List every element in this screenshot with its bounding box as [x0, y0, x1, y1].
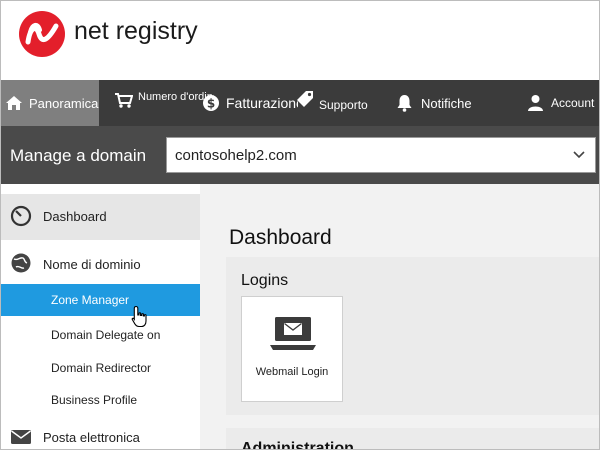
globe-icon: [11, 253, 31, 273]
sidebar-item-label: Business Profile: [51, 393, 138, 407]
nav-item-supporto[interactable]: Supporto: [295, 80, 385, 126]
logins-panel: Logins Webmail Login: [226, 257, 600, 415]
sidebar-item-business-profile[interactable]: Business Profile: [0, 384, 200, 416]
manage-domain-label: Manage a domain: [10, 146, 147, 165]
bell-icon: [397, 95, 412, 112]
svg-text:$: $: [207, 97, 215, 111]
mail-icon: [11, 430, 31, 444]
speedometer-icon: [10, 205, 32, 227]
cart-icon: [115, 92, 133, 108]
nav-label: Notifiche: [421, 95, 472, 111]
nav-label: Fatturazione: [226, 95, 298, 111]
sidebar-item-label: Domain Delegate on: [51, 328, 161, 342]
main-content: Dashboard Logins Webmail Login Administr…: [200, 184, 600, 450]
sidebar: Dashboard Nome di dominio Zone Manager D…: [0, 184, 200, 450]
hand-cursor-icon: [131, 305, 147, 328]
netregistry-logo-icon[interactable]: [18, 10, 66, 58]
administration-panel: Administration: [226, 428, 600, 450]
domain-select-value: contosohelp2.com: [175, 147, 297, 164]
tile-label: Webmail Login: [255, 366, 329, 378]
nav-label: Supporto: [319, 98, 368, 112]
chevron-down-icon: [573, 151, 585, 159]
page-title: Dashboard: [229, 226, 332, 249]
webmail-login-tile[interactable]: Webmail Login: [241, 296, 343, 402]
sidebar-item-label: Nome di dominio: [43, 257, 141, 272]
nav-item-account[interactable]: Account: [527, 80, 600, 126]
sidebar-item-posta-elettronica[interactable]: Posta elettronica: [0, 420, 200, 450]
sidebar-item-label: Zone Manager: [51, 293, 130, 307]
nav-item-panoramica[interactable]: Panoramica: [0, 80, 99, 126]
nav-item-numero-ordine[interactable]: Numero d'ordine: [114, 80, 214, 126]
sidebar-item-dashboard[interactable]: Dashboard: [0, 194, 200, 240]
tag-icon: [297, 91, 313, 107]
nav-label: Account: [551, 96, 595, 110]
manage-domain-bar: Manage a domain contosohelp2.com: [0, 126, 600, 184]
sidebar-item-label: Posta elettronica: [43, 430, 140, 445]
top-navigation: Panoramica Numero d'ordine $ Fatturazion…: [0, 80, 600, 126]
sidebar-item-domain-redirector[interactable]: Domain Redirector: [0, 352, 200, 384]
laptop-mail-icon: [270, 317, 316, 350]
sidebar-item-nome-di-dominio[interactable]: Nome di dominio: [0, 242, 200, 286]
sidebar-item-label: Dashboard: [43, 209, 107, 224]
brand-name: net registry: [74, 17, 198, 45]
brand-header: net registry: [0, 0, 600, 80]
sidebar-item-zone-manager[interactable]: Zone Manager: [0, 284, 200, 316]
nav-label: Panoramica: [29, 95, 99, 111]
nav-item-notifiche[interactable]: Notifiche: [396, 80, 500, 126]
sidebar-item-domain-delegation[interactable]: Domain Delegate on: [0, 319, 200, 351]
sidebar-item-label: Domain Redirector: [51, 361, 152, 375]
home-icon: [6, 96, 22, 110]
user-icon: [528, 95, 543, 111]
nav-item-fatturazione[interactable]: $ Fatturazione: [202, 80, 298, 126]
domain-select[interactable]: contosohelp2.com: [166, 137, 596, 173]
logins-title: Logins: [241, 272, 289, 289]
dollar-icon: $: [203, 95, 219, 111]
administration-title: Administration: [241, 440, 354, 450]
